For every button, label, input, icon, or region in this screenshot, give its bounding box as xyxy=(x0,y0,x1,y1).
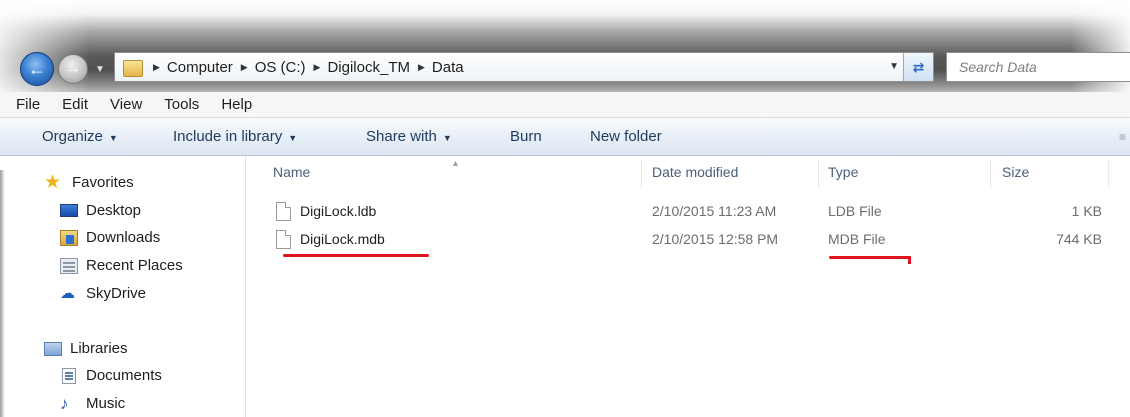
breadcrumb-separator-icon[interactable]: ▶ xyxy=(314,62,321,73)
breadcrumb-separator-icon[interactable]: ▶ xyxy=(241,62,248,73)
breadcrumb-data[interactable]: Data xyxy=(432,59,464,76)
address-bar[interactable]: ▶ Computer ▶ OS (C:) ▶ Digilock_TM ▶ Dat… xyxy=(114,52,934,82)
column-header-name[interactable]: Name xyxy=(273,164,310,180)
nav-skydrive[interactable]: ☁ SkyDrive xyxy=(60,285,146,302)
forward-button[interactable]: → xyxy=(58,54,88,84)
refresh-icon: ⇄ xyxy=(912,58,925,75)
recent-pages-button[interactable]: ▼ xyxy=(92,60,108,78)
file-size: 1 KB xyxy=(1071,203,1102,219)
command-bar: Organize ▼ Include in library ▼ Share with… xyxy=(0,118,1130,156)
nav-favorites-label: Favorites xyxy=(72,174,134,191)
table-row[interactable]: DigiLock.mdb 2/10/2015 12:58 PM MDB File… xyxy=(272,228,1112,252)
column-header-size[interactable]: Size xyxy=(1002,164,1029,180)
window-edge-shadow xyxy=(0,170,5,417)
breadcrumb-computer[interactable]: Computer xyxy=(167,59,233,76)
chevron-down-icon: ▼ xyxy=(288,133,298,143)
file-type: LDB File xyxy=(828,203,882,219)
arrow-right-icon: → xyxy=(65,60,81,77)
share-with-button[interactable]: Share with ▼ xyxy=(366,128,452,145)
file-date-modified: 2/10/2015 11:23 AM xyxy=(652,203,777,219)
nav-documents[interactable]: Documents xyxy=(60,367,162,384)
annotation-underline-type xyxy=(829,256,911,259)
file-date-modified: 2/10/2015 12:58 PM xyxy=(652,231,779,247)
music-note-icon: ♪ xyxy=(60,393,69,413)
menu-edit[interactable]: Edit xyxy=(62,96,88,113)
breadcrumb-os-c[interactable]: OS (C:) xyxy=(255,59,306,76)
annotation-underline-tick xyxy=(908,256,911,264)
nav-libraries[interactable]: Libraries xyxy=(44,340,128,357)
file-name: DigiLock.mdb xyxy=(300,231,385,247)
breadcrumb-separator-icon[interactable]: ▶ xyxy=(153,62,160,73)
annotation-underline-name xyxy=(283,254,429,257)
back-button[interactable]: ← xyxy=(20,52,54,86)
menu-view[interactable]: View xyxy=(110,96,142,113)
file-name: DigiLock.ldb xyxy=(300,203,377,219)
nav-desktop-label: Desktop xyxy=(86,202,142,219)
chevron-down-icon: ▼ xyxy=(95,63,105,75)
breadcrumb-digilock-tm[interactable]: Digilock_TM xyxy=(327,59,410,76)
search-input[interactable]: Search Data xyxy=(946,52,1130,82)
burn-button[interactable]: Burn xyxy=(510,128,542,145)
menu-help[interactable]: Help xyxy=(221,96,252,113)
file-type: MDB File xyxy=(828,231,886,247)
organize-label: Organize xyxy=(42,128,103,145)
include-in-library-button[interactable]: Include in library ▼ xyxy=(173,128,297,145)
menu-file[interactable]: File xyxy=(16,96,40,113)
chevron-down-icon: ▼ xyxy=(442,133,452,143)
folder-icon xyxy=(123,57,145,77)
downloads-icon xyxy=(60,229,78,246)
cloud-icon: ☁ xyxy=(60,284,75,302)
file-icon xyxy=(276,202,291,221)
nav-recent-places[interactable]: Recent Places xyxy=(60,257,183,274)
address-history-dropdown[interactable]: ▼ xyxy=(889,61,899,72)
file-size: 744 KB xyxy=(1056,231,1102,247)
nav-downloads-label: Downloads xyxy=(86,229,161,246)
include-in-library-label: Include in library xyxy=(173,128,283,145)
star-icon: ★ xyxy=(44,171,62,193)
column-divider[interactable] xyxy=(641,160,642,188)
chevron-down-icon: ▼ xyxy=(108,133,118,143)
menu-bar: File Edit View Tools Help xyxy=(0,92,1130,118)
file-icon xyxy=(276,230,291,249)
breadcrumb-separator-icon[interactable]: ▶ xyxy=(418,62,425,73)
organize-button[interactable]: Organize ▼ xyxy=(42,128,118,145)
navigation-pane: ★ Favorites Desktop Downloads Recent Pla… xyxy=(0,156,246,417)
nav-music-label: Music xyxy=(86,395,126,412)
column-divider[interactable] xyxy=(990,160,991,188)
recent-places-icon xyxy=(60,257,78,274)
nav-skydrive-label: SkyDrive xyxy=(86,285,147,302)
search-placeholder: Search Data xyxy=(959,59,1037,75)
nav-documents-label: Documents xyxy=(86,367,162,384)
explorer-window: ← → ▼ ▶ Computer ▶ OS (C:) ▶ Digilock_TM… xyxy=(0,0,1130,417)
refresh-button[interactable]: ⇄ xyxy=(903,53,933,81)
nav-desktop[interactable]: Desktop xyxy=(60,202,141,219)
nav-music[interactable]: ♪ Music xyxy=(60,393,126,413)
column-header-date-modified[interactable]: Date modified xyxy=(652,164,738,180)
libraries-icon xyxy=(44,341,62,356)
arrow-left-icon: ← xyxy=(28,58,46,79)
documents-icon xyxy=(62,367,76,384)
sort-ascending-icon: ▲ xyxy=(451,158,460,168)
desktop-icon xyxy=(60,204,78,217)
toolbar-overflow-icon[interactable]: ≡ xyxy=(1119,130,1126,144)
file-list: ▲ Name Date modified Type Size DigiLock.… xyxy=(246,156,1130,417)
table-row[interactable]: DigiLock.ldb 2/10/2015 11:23 AM LDB File… xyxy=(272,200,1112,224)
title-bar: ← → ▼ ▶ Computer ▶ OS (C:) ▶ Digilock_TM… xyxy=(0,0,1130,92)
share-with-label: Share with xyxy=(366,128,437,145)
column-divider[interactable] xyxy=(1108,160,1109,188)
column-header-type[interactable]: Type xyxy=(828,164,858,180)
nav-recent-places-label: Recent Places xyxy=(86,257,183,274)
menu-tools[interactable]: Tools xyxy=(164,96,199,113)
new-folder-button[interactable]: New folder xyxy=(590,128,662,145)
nav-libraries-label: Libraries xyxy=(70,340,128,357)
nav-favorites[interactable]: ★ Favorites xyxy=(44,171,134,193)
nav-downloads[interactable]: Downloads xyxy=(60,229,160,246)
column-divider[interactable] xyxy=(818,160,819,188)
